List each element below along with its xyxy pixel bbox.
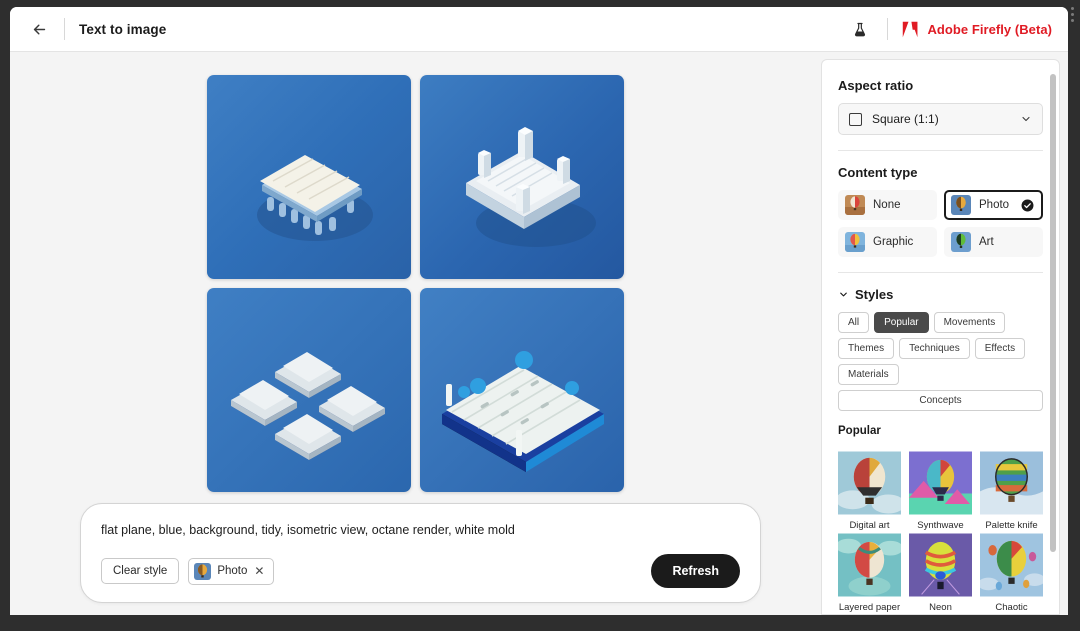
generated-image-grid	[207, 75, 624, 492]
refresh-button[interactable]: Refresh	[651, 554, 740, 588]
style-filter-popular[interactable]: Popular	[874, 312, 929, 333]
beaker-icon	[855, 22, 866, 36]
style-item-neon[interactable]: Neon	[909, 528, 972, 613]
content-type-label: Photo	[979, 199, 1010, 211]
prompt-bar-container: flat plane, blue, background, tidy, isom…	[80, 502, 761, 603]
app-window: Text to image Adobe Firefly (Beta) flat …	[10, 7, 1068, 615]
content-type-label: Graphic	[873, 236, 914, 248]
style-filter-materials[interactable]: Materials	[838, 364, 899, 385]
style-filter-themes[interactable]: Themes	[838, 338, 895, 359]
prompt-bar: flat plane, blue, background, tidy, isom…	[80, 502, 761, 603]
generated-image[interactable]	[207, 75, 411, 279]
chevron-down-icon	[1022, 116, 1030, 122]
render-plate-with-legs	[207, 75, 411, 279]
popular-styles-grid: Digital art Synthwave Palette knife Laye…	[838, 446, 1043, 613]
style-thumbnail	[909, 446, 972, 520]
styles-title: Styles	[855, 287, 894, 302]
content-type-option-photo[interactable]: Photo	[944, 190, 1043, 220]
balloon-thumbnail-icon	[951, 232, 971, 252]
balloon-thumbnail-icon	[194, 562, 212, 580]
render-platform-four-posts	[420, 75, 624, 279]
style-label: Layered paper	[838, 602, 901, 613]
generated-image[interactable]	[420, 75, 624, 279]
header-divider	[64, 18, 65, 40]
brand-name: Adobe Firefly (Beta)	[927, 21, 1052, 37]
content-type-option-graphic[interactable]: Graphic	[838, 227, 937, 257]
square-icon	[849, 112, 862, 126]
style-item-chaotic[interactable]: Chaotic	[980, 528, 1043, 613]
style-chip-label: Photo	[217, 565, 248, 577]
image-canvas: flat plane, blue, background, tidy, isom…	[10, 52, 821, 615]
style-thumbnail	[980, 446, 1043, 520]
divider	[838, 150, 1043, 151]
aspect-ratio-value: Square (1:1)	[872, 112, 939, 126]
header-divider-2	[887, 18, 889, 40]
content-type-label: Art	[979, 236, 994, 248]
aspect-ratio-title: Aspect ratio	[838, 78, 914, 93]
frame-dots-indicator	[1069, 7, 1075, 22]
sidebar-scrollbar-thumb[interactable]	[1050, 74, 1056, 552]
divider	[838, 272, 1043, 273]
style-item-synthwave[interactable]: Synthwave	[909, 446, 972, 531]
content-type-label: None	[873, 199, 901, 211]
settings-sidebar: Aspect ratio Square (1:1) Content type N…	[821, 59, 1060, 615]
render-grid-tray-with-spheres	[420, 288, 624, 492]
app-body: flat plane, blue, background, tidy, isom…	[10, 52, 1068, 615]
prompt-input[interactable]: flat plane, blue, background, tidy, isom…	[101, 522, 740, 538]
style-thumbnail	[838, 528, 901, 602]
style-filter-chips: All Popular Movements Themes Techniques …	[838, 312, 1043, 411]
brand-link[interactable]: Adobe Firefly (Beta)	[901, 21, 1052, 38]
beaker-button[interactable]	[846, 15, 874, 43]
sidebar-scroll-area: Aspect ratio Square (1:1) Content type N…	[822, 60, 1059, 614]
balloon-thumbnail-icon	[845, 232, 865, 252]
aspect-ratio-select[interactable]: Square (1:1)	[838, 103, 1043, 135]
check-circle-icon	[1021, 199, 1034, 211]
style-thumbnail	[838, 446, 901, 520]
style-filter-concepts[interactable]: Concepts	[838, 390, 1043, 411]
back-button[interactable]	[24, 14, 54, 44]
generated-image[interactable]	[207, 288, 411, 492]
style-label: Neon	[929, 602, 952, 613]
clear-style-button[interactable]: Clear style	[101, 558, 180, 584]
applied-style-chip[interactable]: Photo ✕	[188, 557, 275, 585]
style-item-layered-paper[interactable]: Layered paper	[838, 528, 901, 613]
device-frame: Text to image Adobe Firefly (Beta) flat …	[0, 0, 1080, 631]
content-type-grid: None Photo Graphic Art	[838, 190, 1043, 257]
generated-image[interactable]	[420, 288, 624, 492]
close-icon[interactable]: ✕	[253, 565, 265, 577]
styles-section-header[interactable]: Styles	[838, 287, 1043, 302]
balloon-thumbnail-icon	[845, 195, 865, 215]
style-thumbnail	[909, 528, 972, 602]
sidebar-scrollbar-track[interactable]	[1049, 60, 1057, 614]
popular-styles-title: Popular	[838, 425, 881, 437]
adobe-logo-icon	[903, 21, 918, 37]
style-filter-all[interactable]: All	[838, 312, 870, 333]
style-filter-movements[interactable]: Movements	[933, 312, 1006, 333]
page-title: Text to image	[79, 21, 167, 37]
chevron-down-icon	[840, 292, 847, 297]
app-header: Text to image Adobe Firefly (Beta)	[10, 7, 1068, 52]
style-filter-effects[interactable]: Effects	[974, 338, 1026, 359]
balloon-thumbnail-icon	[951, 195, 971, 215]
content-type-option-art[interactable]: Art	[944, 227, 1043, 257]
style-item-digital-art[interactable]: Digital art	[838, 446, 901, 531]
prompt-actions-row: Clear style Photo ✕ Refresh	[101, 554, 740, 588]
style-label: Chaotic	[995, 602, 1028, 613]
render-four-blocks	[207, 288, 411, 492]
content-type-option-none[interactable]: None	[838, 190, 937, 220]
settings-sidebar-container: Aspect ratio Square (1:1) Content type N…	[821, 52, 1068, 615]
style-thumbnail	[980, 528, 1043, 602]
content-type-title: Content type	[838, 165, 918, 180]
style-item-palette-knife[interactable]: Palette knife	[980, 446, 1043, 531]
arrow-left-icon	[33, 24, 45, 34]
style-filter-techniques[interactable]: Techniques	[899, 338, 970, 359]
